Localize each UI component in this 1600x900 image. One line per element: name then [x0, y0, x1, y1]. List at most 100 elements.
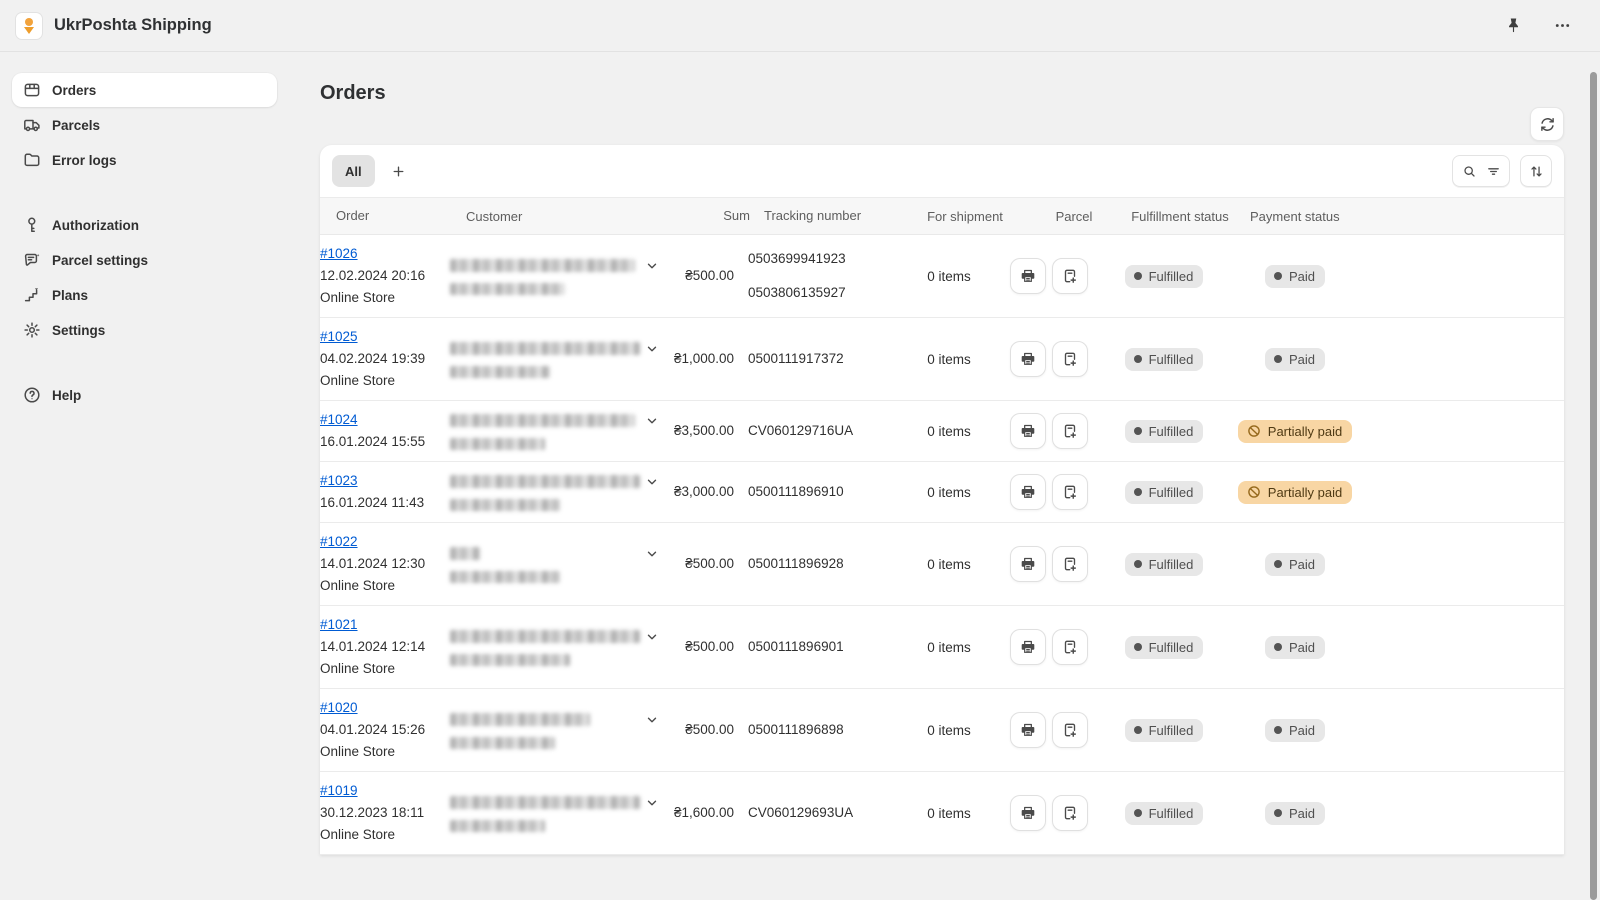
print-icon — [1019, 555, 1037, 573]
status-dot-icon — [1134, 272, 1142, 280]
create-parcel-button[interactable] — [1052, 413, 1088, 449]
payment-status-label: Paid — [1289, 269, 1315, 284]
chevron-down-icon[interactable] — [644, 712, 660, 728]
chevron-down-icon[interactable] — [644, 258, 660, 274]
sidebar-item-plans[interactable]: Plans — [12, 278, 277, 312]
tracking-cell: 0500111896928 — [734, 553, 894, 575]
order-link[interactable]: #1026 — [320, 246, 358, 261]
tracking-cell: CV060129716UA — [734, 420, 894, 442]
tracking-number: 0503806135927 — [748, 282, 894, 304]
order-link[interactable]: #1019 — [320, 783, 358, 798]
print-icon — [1019, 804, 1037, 822]
sidebar-item-label: Error logs — [52, 153, 117, 168]
customer-cell — [450, 341, 674, 378]
fulfillment-status-badge: Fulfilled — [1125, 265, 1204, 288]
create-parcel-button[interactable] — [1052, 795, 1088, 831]
create-parcel-button[interactable] — [1052, 712, 1088, 748]
order-link[interactable]: #1022 — [320, 534, 358, 549]
plus-icon — [391, 164, 406, 179]
status-dot-icon — [1134, 355, 1142, 363]
chevron-down-icon[interactable] — [644, 629, 660, 645]
truck-icon — [22, 115, 42, 135]
sidebar-item-label: Help — [52, 388, 81, 403]
scrollbar[interactable] — [1590, 72, 1597, 900]
order-link[interactable]: #1023 — [320, 473, 358, 488]
payment-status-label: Paid — [1289, 557, 1315, 572]
tracking-number: 0500111917372 — [748, 348, 894, 370]
print-icon — [1019, 267, 1037, 285]
for-shipment-cell: 0 items — [894, 723, 1004, 738]
chevron-down-icon[interactable] — [644, 546, 660, 562]
parcel-add-icon — [1061, 721, 1079, 739]
parcel-add-icon — [1061, 555, 1079, 573]
sidebar-item-error-logs[interactable]: Error logs — [12, 143, 277, 177]
table-row: #1024 16.01.2024 15:55 ₴3,500.00 CV06012… — [320, 401, 1564, 462]
sidebar-item-authorization[interactable]: Authorization — [12, 208, 277, 242]
add-view-button[interactable] — [383, 155, 415, 187]
sidebar-item-orders[interactable]: Orders — [12, 73, 277, 107]
parcel-cell — [1004, 474, 1094, 510]
fulfillment-status-badge: Fulfilled — [1125, 348, 1204, 371]
customer-phone-redacted — [450, 499, 560, 511]
payment-status-label: Paid — [1289, 806, 1315, 821]
print-button[interactable] — [1010, 258, 1046, 294]
print-button[interactable] — [1010, 629, 1046, 665]
sidebar-item-parcels[interactable]: Parcels — [12, 108, 277, 142]
table-row: #1023 16.01.2024 11:43 ₴3,000.00 0500111… — [320, 462, 1564, 523]
create-parcel-button[interactable] — [1052, 341, 1088, 377]
tracking-number: CV060129716UA — [748, 420, 894, 442]
column-header-payment: Payment status — [1250, 209, 1548, 224]
customer-name-redacted — [450, 342, 640, 355]
order-cell: #1019 30.12.2023 18:11 Online Store — [320, 780, 450, 846]
status-dot-icon — [1134, 643, 1142, 651]
pin-button[interactable] — [1500, 12, 1527, 39]
parcel-cell — [1004, 413, 1094, 449]
sidebar-item-label: Plans — [52, 288, 88, 303]
sidebar-item-help[interactable]: Help — [12, 378, 277, 412]
payment-status-icon — [1274, 643, 1282, 651]
search-and-filter-button[interactable] — [1452, 155, 1510, 187]
refresh-button[interactable] — [1530, 107, 1564, 141]
status-dot-icon — [1134, 427, 1142, 435]
customer-cell — [450, 258, 674, 295]
table-row: #1019 30.12.2023 18:11 Online Store ₴1,6… — [320, 772, 1564, 855]
chevron-down-icon[interactable] — [644, 795, 660, 811]
print-button[interactable] — [1010, 413, 1046, 449]
print-button[interactable] — [1010, 474, 1046, 510]
chevron-down-icon[interactable] — [644, 474, 660, 490]
print-button[interactable] — [1010, 712, 1046, 748]
sidebar-item-label: Settings — [52, 323, 105, 338]
table-header-row: OrderCustomerSumTracking numberFor shipm… — [320, 198, 1564, 235]
sidebar-item-parcel-settings[interactable]: Parcel settings — [12, 243, 277, 277]
order-link[interactable]: #1024 — [320, 412, 358, 427]
print-button[interactable] — [1010, 341, 1046, 377]
sidebar-item-label: Parcels — [52, 118, 100, 133]
sum-cell: ₴1,600.00 — [674, 802, 734, 824]
sort-button[interactable] — [1520, 155, 1552, 187]
sidebar-item-settings[interactable]: Settings — [12, 313, 277, 347]
order-link[interactable]: #1025 — [320, 329, 358, 344]
order-link[interactable]: #1020 — [320, 700, 358, 715]
order-date: 14.01.2024 12:30 — [320, 553, 450, 575]
column-header-order: Order — [336, 205, 466, 227]
print-button[interactable] — [1010, 795, 1046, 831]
orders-icon — [22, 80, 42, 100]
create-parcel-button[interactable] — [1052, 258, 1088, 294]
more-menu-button[interactable] — [1549, 12, 1576, 39]
tab-all[interactable]: All — [332, 155, 375, 187]
parcel-cell — [1004, 341, 1094, 377]
fulfillment-cell: Fulfilled — [1094, 265, 1234, 288]
orders-card: All OrderCustomerSumTracking numberFor s… — [320, 145, 1564, 855]
order-date: 12.02.2024 20:16 — [320, 265, 450, 287]
create-parcel-button[interactable] — [1052, 546, 1088, 582]
chevron-down-icon[interactable] — [644, 341, 660, 357]
create-parcel-button[interactable] — [1052, 629, 1088, 665]
chevron-down-icon[interactable] — [644, 413, 660, 429]
parcel-add-icon — [1061, 804, 1079, 822]
folder-icon — [22, 150, 42, 170]
ellipsis-icon — [1553, 16, 1572, 35]
create-parcel-button[interactable] — [1052, 474, 1088, 510]
sidebar-item-label: Authorization — [52, 218, 139, 233]
print-button[interactable] — [1010, 546, 1046, 582]
order-link[interactable]: #1021 — [320, 617, 358, 632]
